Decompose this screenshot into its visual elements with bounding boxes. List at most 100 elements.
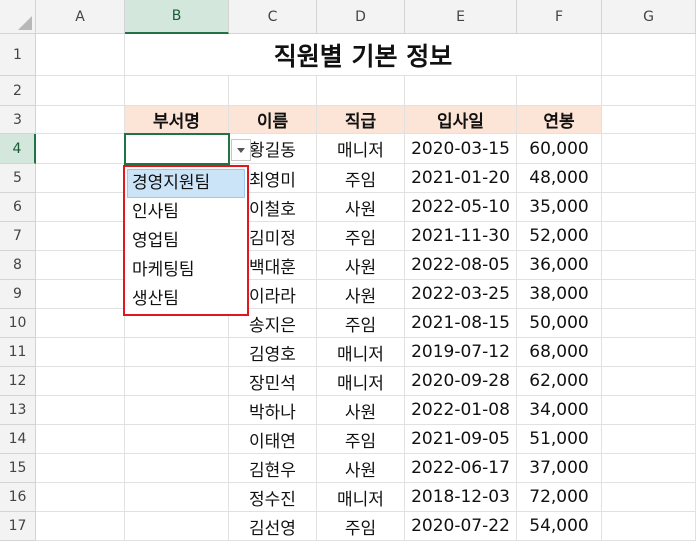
cell-g5[interactable]: [602, 164, 696, 193]
dropdown-arrow-button[interactable]: [231, 139, 251, 161]
row-header-12[interactable]: 12: [0, 367, 36, 396]
cell-e13[interactable]: 2022-01-08: [405, 396, 517, 425]
cell-e11[interactable]: 2019-07-12: [405, 338, 517, 367]
cell-d2[interactable]: [317, 76, 405, 106]
cell-g12[interactable]: [602, 367, 696, 396]
cell-c15[interactable]: 김현우: [229, 454, 317, 483]
cell-c11[interactable]: 김영호: [229, 338, 317, 367]
cell-d8[interactable]: 사원: [317, 251, 405, 280]
cell-e5[interactable]: 2021-01-20: [405, 164, 517, 193]
cell-e4[interactable]: 2020-03-15: [405, 134, 517, 164]
cell-d7[interactable]: 주임: [317, 222, 405, 251]
cell-a5[interactable]: [36, 164, 125, 193]
cell-f6[interactable]: 35,000: [517, 193, 602, 222]
cell-a1[interactable]: [36, 34, 125, 76]
cell-c16[interactable]: 정수진: [229, 483, 317, 512]
cell-c2[interactable]: [229, 76, 317, 106]
cell-f2[interactable]: [517, 76, 602, 106]
cell-f5[interactable]: 48,000: [517, 164, 602, 193]
row-header-16[interactable]: 16: [0, 483, 36, 512]
row-header-3[interactable]: 3: [0, 106, 36, 134]
cell-d5[interactable]: 주임: [317, 164, 405, 193]
cell-a11[interactable]: [36, 338, 125, 367]
cell-g9[interactable]: [602, 280, 696, 309]
cell-c17[interactable]: 김선영: [229, 512, 317, 541]
cell-d15[interactable]: 사원: [317, 454, 405, 483]
cell-d16[interactable]: 매니저: [317, 483, 405, 512]
row-header-7[interactable]: 7: [0, 222, 36, 251]
cell-c14[interactable]: 이태연: [229, 425, 317, 454]
table-header-d[interactable]: 직급: [317, 106, 405, 134]
cell-f10[interactable]: 50,000: [517, 309, 602, 338]
cell-c12[interactable]: 장민석: [229, 367, 317, 396]
cell-b12[interactable]: [125, 367, 229, 396]
cell-d10[interactable]: 주임: [317, 309, 405, 338]
cell-a17[interactable]: [36, 512, 125, 541]
cell-a2[interactable]: [36, 76, 125, 106]
cell-d6[interactable]: 사원: [317, 193, 405, 222]
cell-f13[interactable]: 34,000: [517, 396, 602, 425]
cell-c13[interactable]: 박하나: [229, 396, 317, 425]
column-header-c[interactable]: C: [229, 0, 317, 34]
cell-f4[interactable]: 60,000: [517, 134, 602, 164]
table-header-c[interactable]: 이름: [229, 106, 317, 134]
cell-f17[interactable]: 54,000: [517, 512, 602, 541]
cell-a6[interactable]: [36, 193, 125, 222]
cell-g1[interactable]: [602, 34, 696, 76]
dropdown-option[interactable]: 마케팅팀: [127, 256, 245, 285]
cell-b15[interactable]: [125, 454, 229, 483]
column-header-d[interactable]: D: [317, 0, 405, 34]
row-header-1[interactable]: 1: [0, 34, 36, 76]
row-header-5[interactable]: 5: [0, 164, 36, 193]
cell-g15[interactable]: [602, 454, 696, 483]
column-header-a[interactable]: A: [36, 0, 125, 34]
cell-d14[interactable]: 주임: [317, 425, 405, 454]
cell-e15[interactable]: 2022-06-17: [405, 454, 517, 483]
cell-f8[interactable]: 36,000: [517, 251, 602, 280]
active-cell-b4[interactable]: [124, 133, 230, 165]
row-header-15[interactable]: 15: [0, 454, 36, 483]
cell-a14[interactable]: [36, 425, 125, 454]
column-header-f[interactable]: F: [517, 0, 602, 34]
table-header-b[interactable]: 부서명: [125, 106, 229, 134]
cell-a10[interactable]: [36, 309, 125, 338]
row-header-4[interactable]: 4: [0, 134, 36, 164]
row-header-11[interactable]: 11: [0, 338, 36, 367]
select-all-button[interactable]: [0, 0, 36, 34]
row-header-2[interactable]: 2: [0, 76, 36, 106]
cell-e12[interactable]: 2020-09-28: [405, 367, 517, 396]
cell-e17[interactable]: 2020-07-22: [405, 512, 517, 541]
cell-e6[interactable]: 2022-05-10: [405, 193, 517, 222]
cell-a9[interactable]: [36, 280, 125, 309]
column-header-g[interactable]: G: [602, 0, 696, 34]
cell-g17[interactable]: [602, 512, 696, 541]
cell-a8[interactable]: [36, 251, 125, 280]
cell-g6[interactable]: [602, 193, 696, 222]
dropdown-option[interactable]: 경영지원팀: [127, 169, 245, 198]
cell-b14[interactable]: [125, 425, 229, 454]
cell-e7[interactable]: 2021-11-30: [405, 222, 517, 251]
cell-f11[interactable]: 68,000: [517, 338, 602, 367]
cell-g13[interactable]: [602, 396, 696, 425]
cell-g2[interactable]: [602, 76, 696, 106]
cell-g4[interactable]: [602, 134, 696, 164]
cell-a7[interactable]: [36, 222, 125, 251]
cell-a16[interactable]: [36, 483, 125, 512]
row-header-17[interactable]: 17: [0, 512, 36, 541]
cell-e2[interactable]: [405, 76, 517, 106]
cell-e16[interactable]: 2018-12-03: [405, 483, 517, 512]
row-header-9[interactable]: 9: [0, 280, 36, 309]
cell-d17[interactable]: 주임: [317, 512, 405, 541]
cell-a12[interactable]: [36, 367, 125, 396]
row-header-14[interactable]: 14: [0, 425, 36, 454]
column-header-b[interactable]: B: [125, 0, 229, 34]
cell-g11[interactable]: [602, 338, 696, 367]
cell-a3[interactable]: [36, 106, 125, 134]
cell-g3[interactable]: [602, 106, 696, 134]
cell-b11[interactable]: [125, 338, 229, 367]
cell-b2[interactable]: [125, 76, 229, 106]
cell-b17[interactable]: [125, 512, 229, 541]
cell-b16[interactable]: [125, 483, 229, 512]
cell-g16[interactable]: [602, 483, 696, 512]
cell-f14[interactable]: 51,000: [517, 425, 602, 454]
